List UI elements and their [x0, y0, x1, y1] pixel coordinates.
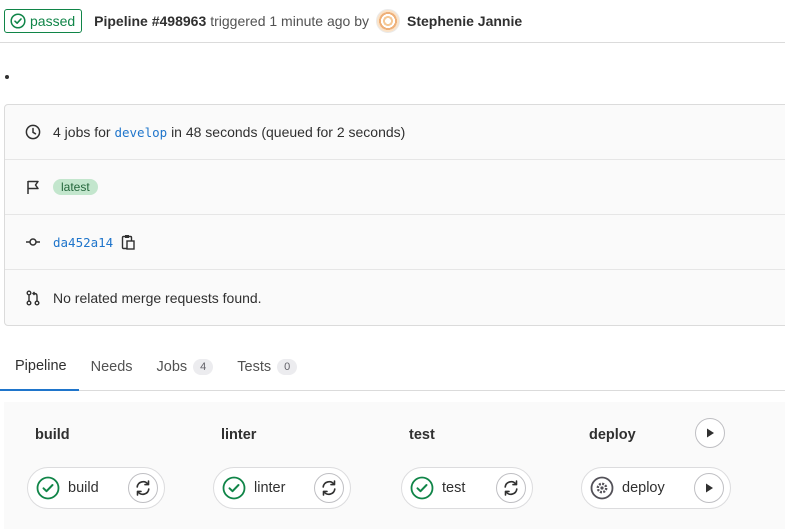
stage-name-linter: linter: [221, 427, 257, 443]
latest-badge: latest: [53, 179, 98, 195]
jobs-suffix: in 48 seconds (queued for 2 seconds): [171, 124, 406, 140]
jobs-prefix: 4 jobs for: [53, 124, 111, 140]
pipeline-graph: build build linter linter test test depl…: [4, 402, 785, 529]
retry-icon: [136, 480, 150, 496]
triggered-text: triggered 1 minute ago by: [210, 13, 369, 29]
tab-label: Jobs: [156, 358, 188, 375]
avatar[interactable]: [376, 9, 400, 33]
job-linter[interactable]: linter: [213, 467, 351, 509]
tab-jobs[interactable]: Jobs 4: [145, 343, 226, 390]
tab-label: Tests: [237, 358, 272, 375]
stage-name-build: build: [35, 427, 70, 443]
job-label: linter: [254, 480, 286, 496]
commit-sha-link[interactable]: da452a14: [53, 235, 113, 250]
copy-icon[interactable]: [121, 234, 135, 250]
jobs-summary-row: 4 jobs for develop in 48 seconds (queued…: [5, 105, 785, 160]
flag-icon: [25, 179, 41, 195]
retry-button[interactable]: [496, 473, 526, 503]
merge-request-icon: [25, 290, 41, 306]
success-status-icon: [410, 476, 434, 500]
merge-requests-row: No related merge requests found.: [5, 270, 785, 325]
tab-needs[interactable]: Needs: [79, 343, 145, 390]
status-label: passed: [30, 13, 76, 29]
check-circle-icon: [10, 13, 26, 29]
pipeline-tabs: Pipeline Needs Jobs 4 Tests 0: [0, 343, 785, 391]
commit-row: da452a14: [5, 215, 785, 270]
job-build[interactable]: build: [27, 467, 165, 509]
job-deploy[interactable]: deploy: [581, 467, 731, 509]
stage-name-test: test: [409, 427, 435, 443]
commit-icon: [25, 234, 41, 250]
clock-icon: [25, 124, 41, 140]
jobs-count-badge: 4: [193, 358, 214, 375]
job-label: build: [68, 480, 99, 496]
success-status-icon: [36, 476, 60, 500]
pipeline-header: passed Pipeline #498963 triggered 1 minu…: [0, 0, 785, 43]
play-button[interactable]: [694, 473, 724, 503]
retry-button[interactable]: [314, 473, 344, 503]
stage-play-button[interactable]: [695, 418, 725, 448]
branch-link[interactable]: develop: [114, 125, 167, 140]
bullet-dot: [5, 75, 9, 79]
job-test[interactable]: test: [401, 467, 533, 509]
status-badge[interactable]: passed: [4, 9, 83, 33]
author-link[interactable]: Stephenie Jannie: [407, 13, 522, 29]
tab-label: Needs: [90, 358, 133, 375]
job-label: deploy: [622, 480, 665, 496]
pipeline-title: Pipeline #498963: [94, 13, 207, 29]
merge-requests-text: No related merge requests found.: [53, 289, 262, 306]
retry-icon: [504, 480, 518, 496]
tags-row: latest: [5, 160, 785, 215]
play-icon: [706, 483, 713, 493]
success-status-icon: [222, 476, 246, 500]
play-icon: [707, 428, 714, 438]
retry-button[interactable]: [128, 473, 158, 503]
tab-label: Pipeline: [15, 358, 67, 374]
pipeline-info-panel: 4 jobs for develop in 48 seconds (queued…: [4, 104, 785, 326]
tab-tests[interactable]: Tests 0: [225, 343, 309, 390]
tests-count-badge: 0: [277, 358, 298, 375]
retry-icon: [322, 480, 336, 496]
job-label: test: [442, 480, 466, 496]
manual-gear-icon: [590, 476, 614, 500]
stage-name-deploy: deploy: [589, 427, 636, 443]
tab-pipeline[interactable]: Pipeline: [0, 343, 79, 391]
